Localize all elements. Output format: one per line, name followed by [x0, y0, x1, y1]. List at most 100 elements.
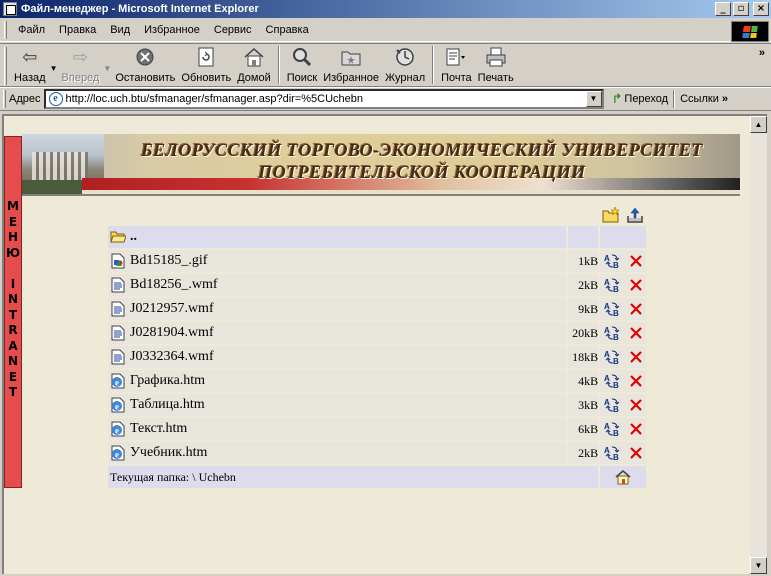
delete-icon[interactable] — [629, 422, 643, 436]
delete-icon[interactable] — [629, 374, 643, 388]
menu-edit[interactable]: Правка — [52, 24, 103, 36]
minimize-button[interactable]: _ — [715, 2, 731, 16]
maximize-button[interactable]: ▫ — [733, 2, 749, 16]
address-url[interactable]: http://loc.uch.btu/sfmanager/sfmanager.a… — [66, 93, 586, 105]
stop-button[interactable]: Остановить — [112, 46, 178, 86]
side-menu-letter: Н — [7, 230, 19, 244]
file-actions: AB — [600, 322, 646, 344]
links-chevron-icon[interactable]: » — [722, 93, 728, 105]
search-button[interactable]: Поиск — [284, 46, 320, 86]
menu-favorites[interactable]: Избранное — [137, 24, 207, 36]
file-list: Bd15185_.gif 1kB A B Bd18256_.wmf 2kB A B J02129… — [108, 250, 646, 464]
svg-text:B: B — [613, 333, 619, 341]
stop-icon — [133, 46, 157, 68]
new-folder-icon[interactable] — [602, 206, 620, 224]
parent-folder-link[interactable]: .. — [130, 229, 137, 245]
file-name-cell: e Учебник.htm — [108, 442, 567, 464]
svg-text:A: A — [604, 302, 610, 311]
svg-text:A: A — [604, 422, 610, 431]
menu-view[interactable]: Вид — [103, 24, 137, 36]
delete-icon[interactable] — [629, 326, 643, 340]
file-name-link[interactable]: J0281904.wmf — [130, 325, 214, 341]
search-label: Поиск — [286, 72, 318, 84]
print-button[interactable]: Печать — [475, 46, 517, 86]
side-menu-letter: Ю — [5, 245, 21, 260]
file-size: 9kB — [568, 298, 599, 320]
go-button[interactable]: ↱ Переход — [612, 92, 669, 107]
svg-text:B: B — [613, 309, 619, 317]
menu-help[interactable]: Справка — [259, 24, 316, 36]
forward-dropdown-icon[interactable]: ▼ — [102, 64, 112, 73]
address-input[interactable]: e http://loc.uch.btu/sfmanager/sfmanager… — [43, 89, 604, 109]
favorites-button[interactable]: Избранное — [320, 46, 382, 86]
file-name-link[interactable]: Таблица.htm — [130, 397, 205, 413]
rename-icon[interactable]: AB — [604, 421, 622, 437]
intranet-side-menu[interactable]: МЕНЮ INTRANET — [4, 136, 22, 488]
links-button[interactable]: Ссылки — [680, 93, 719, 105]
delete-icon[interactable] — [629, 446, 643, 460]
rename-icon[interactable]: AB — [604, 325, 622, 341]
back-dropdown-icon[interactable]: ▼ — [49, 64, 59, 73]
document-file-icon — [110, 301, 130, 317]
file-name-cell: e Графика.htm — [108, 370, 567, 392]
toolbar-grip[interactable] — [4, 47, 7, 85]
svg-text:B: B — [613, 285, 619, 293]
file-actions: AB — [600, 346, 646, 368]
rename-icon[interactable]: AB — [604, 373, 622, 389]
rename-icon[interactable]: AB — [604, 301, 622, 317]
file-row: Bd18256_.wmf 2kB A B — [108, 274, 646, 296]
file-name-cell: J0212957.wmf — [108, 298, 567, 320]
menu-grip[interactable] — [4, 20, 7, 39]
menu-file[interactable]: Файл — [11, 24, 52, 36]
delete-icon[interactable] — [629, 350, 643, 364]
ie-window-icon[interactable] — [3, 2, 17, 16]
history-label: Журнал — [384, 72, 426, 84]
mail-button[interactable]: Почта — [438, 46, 475, 86]
svg-text:A: A — [604, 398, 610, 407]
file-name-link[interactable]: J0212957.wmf — [130, 301, 214, 317]
svg-text:A: A — [604, 254, 610, 263]
delete-icon[interactable] — [629, 254, 643, 268]
file-name-link[interactable]: Bd18256_.wmf — [130, 277, 218, 293]
file-name-link[interactable]: Текст.htm — [130, 421, 187, 437]
scroll-up-icon[interactable]: ▲ — [750, 116, 767, 133]
svg-text:e: e — [115, 426, 119, 436]
history-button[interactable]: Журнал — [382, 46, 428, 86]
svg-text:B: B — [613, 357, 619, 365]
file-name-link[interactable]: Учебник.htm — [130, 445, 207, 461]
upload-icon[interactable] — [626, 206, 644, 224]
forward-button[interactable]: ⇨ Вперед — [59, 46, 103, 86]
svg-text:e: e — [115, 402, 119, 412]
menu-tools[interactable]: Сервис — [207, 24, 259, 36]
document-file-icon — [110, 277, 130, 293]
scroll-down-icon[interactable]: ▼ — [750, 557, 767, 574]
parent-folder-row[interactable]: .. — [108, 226, 646, 248]
home-icon — [242, 46, 266, 68]
windows-logo-icon — [731, 21, 769, 42]
rename-icon[interactable]: AB — [604, 277, 622, 293]
home-button[interactable]: Домой — [234, 46, 274, 86]
delete-icon[interactable] — [629, 398, 643, 412]
svg-text:A: A — [604, 446, 610, 455]
file-name-link[interactable]: J0332364.wmf — [130, 349, 214, 365]
file-name-link[interactable]: Графика.htm — [130, 373, 205, 389]
back-label: Назад — [14, 72, 46, 84]
vertical-scrollbar[interactable]: ▲ ▼ — [750, 114, 767, 574]
file-name-link[interactable]: Bd15185_.gif — [130, 253, 207, 269]
close-button[interactable]: × — [753, 2, 769, 16]
refresh-button[interactable]: Обновить — [178, 46, 234, 86]
rename-icon[interactable]: AB — [604, 445, 622, 461]
side-menu-letter: T — [8, 307, 18, 322]
delete-icon[interactable] — [629, 302, 643, 316]
address-dropdown-icon[interactable]: ▼ — [585, 91, 602, 107]
svg-text:B: B — [613, 429, 619, 437]
file-row: e Таблица.htm 3kB A B — [108, 394, 646, 416]
back-button[interactable]: ⇦ Назад — [11, 46, 49, 86]
toolbar-chevron-icon[interactable]: » — [759, 47, 765, 59]
address-grip[interactable] — [3, 90, 6, 108]
rename-icon[interactable]: AB — [604, 253, 622, 269]
home-icon[interactable] — [615, 469, 631, 485]
rename-icon[interactable]: AB — [604, 397, 622, 413]
rename-icon[interactable]: AB — [604, 349, 622, 365]
delete-icon[interactable] — [629, 278, 643, 292]
